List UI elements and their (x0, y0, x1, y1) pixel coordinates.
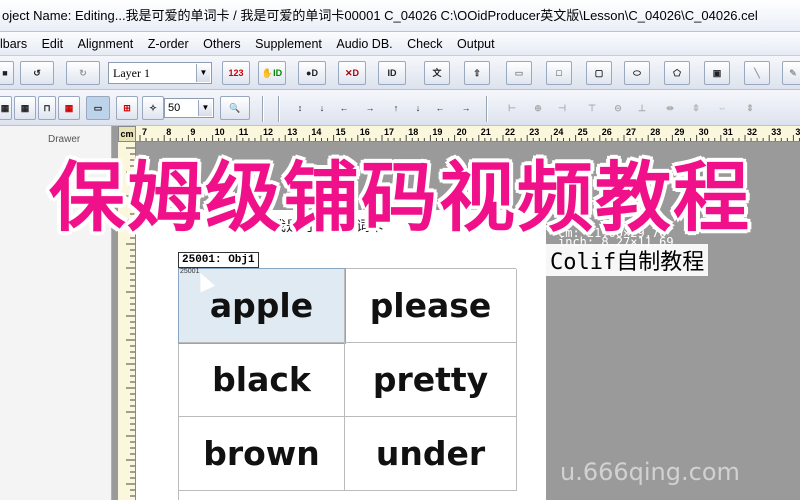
same-width-icon[interactable]: ⇔ (712, 96, 732, 120)
toolbar-separator (486, 96, 488, 122)
align-left-icon[interactable]: ⊢ (502, 96, 522, 120)
pen-icon[interactable]: ✎ (782, 61, 800, 85)
id-icon[interactable]: ID (378, 61, 406, 85)
redo-icon[interactable]: ↻ (66, 61, 100, 85)
select-grid-icon[interactable]: ▦ (14, 96, 36, 120)
menu-others[interactable]: Others (203, 32, 241, 56)
menu-output[interactable]: Output (457, 32, 495, 56)
window-title: oject Name: Editing...我是可爱的单词卡 / 我是可爱的单词… (0, 0, 800, 32)
person-id-icon[interactable]: ●D (298, 61, 326, 85)
menu-edit[interactable]: Edit (42, 32, 64, 56)
menu-check[interactable]: Check (407, 32, 442, 56)
magnifier-icon[interactable]: 🔍 (220, 96, 250, 120)
layer-select-value: Layer 1 (113, 66, 150, 80)
same-height-icon[interactable]: ⇕ (740, 96, 760, 120)
align-bottom-icon[interactable]: ⊥ (632, 96, 652, 120)
word-cell[interactable]: brown (179, 417, 345, 491)
move-down-icon[interactable]: ↓ (312, 96, 332, 120)
toolbar-separator (278, 96, 280, 122)
snap-icon[interactable]: ⊞ (116, 96, 138, 120)
move-left-icon[interactable]: ← (334, 96, 354, 120)
word-cell[interactable]: pretty (345, 343, 517, 417)
flag-icon[interactable]: ⊓ (38, 96, 56, 120)
align-center-icon[interactable]: ⊕ (528, 96, 548, 120)
video-banner-title: 保姆级铺码视频教程 (49, 153, 751, 242)
toolbar-separator (262, 96, 264, 122)
nudge-down-icon[interactable]: ↓ (408, 96, 428, 120)
word-grid: apple please black pretty brown under (178, 268, 517, 500)
nudge-right-icon[interactable]: → (456, 96, 476, 120)
menu-alignment[interactable]: Alignment (78, 32, 134, 56)
upload-icon[interactable]: ⇧ (464, 61, 490, 85)
menu-supplement[interactable]: Supplement (255, 32, 322, 56)
move-right-icon[interactable]: → (360, 96, 380, 120)
menu-toolbars[interactable]: lbars (0, 32, 27, 56)
app-window: oject Name: Editing...我是可爱的单词卡 / 我是可爱的单词… (0, 0, 800, 500)
ellipse-icon[interactable]: ⬭ (624, 61, 650, 85)
menu-audio-db[interactable]: Audio DB. (336, 32, 392, 56)
rounded-rect-icon[interactable]: ▢ (586, 61, 612, 85)
move-up-icon[interactable]: ↕ (290, 96, 310, 120)
page-icon[interactable]: ▭ (506, 61, 532, 85)
zoom-select[interactable]: 50 ▼ (164, 98, 214, 118)
distribute-h-icon[interactable]: ⇹ (660, 96, 680, 120)
menu-z-order[interactable]: Z-order (148, 32, 189, 56)
word-cell[interactable]: black (179, 343, 345, 417)
layer-select[interactable]: Layer 1 ▼ (108, 62, 212, 84)
hand-id-icon[interactable]: ✋ID (258, 61, 286, 85)
magic-icon[interactable]: ✧ (142, 96, 164, 120)
distribute-v-icon[interactable]: ⇳ (686, 96, 706, 120)
watermark: u.666qing.com (560, 458, 740, 486)
image-icon[interactable]: ▣ (704, 61, 730, 85)
polygon-icon[interactable]: ⬠ (664, 61, 690, 85)
x-id-icon[interactable]: ✕D (338, 61, 366, 85)
text-icon[interactable]: 文 (424, 61, 450, 85)
chevron-down-icon[interactable]: ▼ (198, 100, 212, 116)
zoom-value: 50 (168, 102, 181, 114)
align-middle-icon[interactable]: ⊝ (608, 96, 628, 120)
align-top-icon[interactable]: ⊤ (582, 96, 602, 120)
ruler-toggle-icon[interactable]: ▭ (86, 96, 110, 120)
save-icon[interactable]: ■ (0, 61, 14, 85)
grid-icon[interactable]: ▦ (0, 96, 12, 120)
line-icon[interactable]: ╲ (744, 61, 770, 85)
object-id-tag[interactable]: 25001: Obj1 (178, 252, 259, 268)
nudge-up-icon[interactable]: ↑ (386, 96, 406, 120)
chevron-down-icon[interactable]: ▼ (196, 64, 210, 82)
video-subtitle: Colif自制教程 (546, 244, 709, 276)
align-right-icon[interactable]: ⊣ (552, 96, 572, 120)
nudge-left-icon[interactable]: ← (430, 96, 450, 120)
word-cell[interactable]: please (345, 269, 517, 343)
rectangle-icon[interactable]: □ (546, 61, 572, 85)
123-icon[interactable]: 123 (222, 61, 250, 85)
word-cell[interactable]: under (345, 417, 517, 491)
menubar: lbars Edit Alignment Z-order Others Supp… (0, 32, 800, 56)
undo-icon[interactable]: ↺ (20, 61, 54, 85)
table-icon[interactable]: ▦ (58, 96, 80, 120)
